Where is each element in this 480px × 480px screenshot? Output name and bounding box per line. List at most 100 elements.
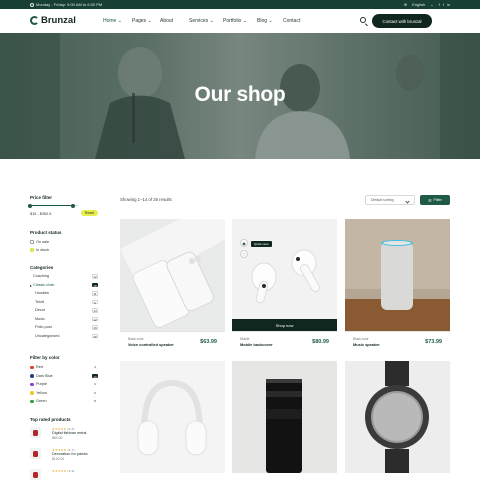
product-image-white-headphones[interactable] <box>120 361 225 473</box>
product-price: $60.00 <box>52 436 63 440</box>
filter-label: Filter <box>433 198 442 202</box>
main-header: Brunzal Home ⌄ Pages ⌄ About Services ⌄ … <box>0 9 480 33</box>
product-image-smart-speaker[interactable] <box>345 219 450 331</box>
product-price: $80.99 <box>312 339 329 345</box>
top-rated-title: Top rated products <box>30 417 71 422</box>
chevron-down-icon: ▸ <box>30 283 32 288</box>
color-swatch <box>30 365 34 369</box>
quick-view-icon[interactable]: ◉ <box>240 239 248 247</box>
status-label: In stock <box>36 248 50 252</box>
category-label: Pollo post <box>35 325 52 329</box>
category-item[interactable]: Decor 14 <box>30 308 98 314</box>
chevron-down-icon: ⌄ <box>430 2 434 8</box>
price-slider-min-handle[interactable] <box>28 203 32 208</box>
top-bar: Monday - Friday: 9:00 AM to 6:00 PM ⊕ En… <box>0 0 480 9</box>
color-filter-item[interactable]: Purple 3 <box>30 382 98 388</box>
sort-select[interactable]: Default sorting <box>365 195 415 205</box>
category-item[interactable]: Uncategorized 16 <box>30 333 98 340</box>
category-item[interactable]: Pollo post 16 <box>30 325 98 331</box>
color-label: Dark Blue <box>36 373 53 378</box>
color-swatch <box>30 382 34 386</box>
price-slider-max-handle[interactable] <box>71 203 76 208</box>
color-filter-item[interactable]: Red 4 <box>30 365 98 371</box>
product-meta: Mobile <box>240 337 250 341</box>
category-label: Coaching <box>33 274 50 278</box>
status-in-stock[interactable]: In stock <box>30 248 49 252</box>
product-image-smartwatch[interactable] <box>345 361 450 473</box>
categories-title: Categories <box>30 265 54 270</box>
reset-button[interactable]: Reset <box>81 209 98 216</box>
product-image-white-phone[interactable] <box>120 219 225 331</box>
hero-banner: Our shop <box>0 33 480 159</box>
nav-item-services[interactable]: Services ⌄ <box>189 18 214 24</box>
quick-view-tooltip: Quick view <box>251 241 272 247</box>
divider <box>232 331 337 332</box>
product-name[interactable]: Digital fishtran metal <box>52 431 86 435</box>
color-swatch <box>30 391 34 395</box>
category-item[interactable]: Hoodies 11 <box>30 291 98 297</box>
product-image-camera-lens[interactable] <box>232 361 337 473</box>
top-rated-product[interactable]: ★★★★★ (4.5) Digital fishtran metal $60.00 <box>30 427 98 441</box>
product-thumbnail[interactable] <box>30 448 41 459</box>
category-item[interactable]: Tshirt 9 <box>30 299 98 306</box>
price-slider[interactable] <box>28 203 78 208</box>
divider <box>120 331 225 332</box>
color-count-badge: 4 <box>94 365 96 369</box>
nav-item-contact[interactable]: Contact <box>283 18 300 24</box>
top-rated-product[interactable]: ★★★★★ (4.7) Decoration for panda. $120.00 <box>30 448 98 462</box>
logo-text: Brunzal <box>41 15 76 26</box>
category-count-badge: 16 <box>92 333 98 339</box>
product-image-white-earbuds[interactable]: ◉ Quick view ♡ Shop now <box>232 219 337 331</box>
logo[interactable]: Brunzal <box>30 15 76 26</box>
product-thumbnail[interactable] <box>30 427 41 438</box>
category-label: Classic chair <box>33 282 55 287</box>
language-select[interactable]: English <box>412 2 425 7</box>
search-icon[interactable] <box>360 17 366 23</box>
product-name[interactable]: Mobile backcover <box>240 342 273 347</box>
color-label: Purple <box>36 382 47 386</box>
category-count-badge: 16 <box>92 325 98 330</box>
category-item[interactable]: Music 12 <box>30 316 98 323</box>
product-price: $63.99 <box>200 339 217 345</box>
category-count-badge: 9 <box>92 299 98 304</box>
color-filter-item[interactable]: Yellow 9 <box>30 391 98 397</box>
top-rated-product[interactable]: ★★★★★ (4.9) <box>30 469 98 480</box>
filter-icon: ☰ <box>428 198 432 203</box>
category-item[interactable]: Coaching 12 <box>30 274 98 280</box>
nav-item-about[interactable]: About <box>160 18 173 24</box>
status-label: On sale <box>36 240 50 244</box>
price-range-text: $15 - $350.5 <box>30 212 52 216</box>
wishlist-icon[interactable]: ♡ <box>240 250 248 258</box>
nav-item-portfolio[interactable]: Portfolio ⌄ <box>223 18 247 24</box>
contact-button[interactable]: Contact with brunzal <box>372 14 432 28</box>
nav-item-pages[interactable]: Pages ⌄ <box>132 18 152 24</box>
shop-now-button[interactable]: Shop now <box>232 319 337 331</box>
twitter-icon[interactable]: t <box>443 2 444 7</box>
product-name[interactable]: Decoration for panda. <box>52 452 89 456</box>
linkedin-icon[interactable]: in <box>447 2 450 7</box>
color-filter-title: Filter by color <box>30 355 60 360</box>
page-title: Our shop <box>194 83 286 106</box>
product-meta: Black color <box>128 337 144 341</box>
checkbox-checked[interactable] <box>30 248 34 252</box>
price-slider-fill <box>30 205 74 206</box>
category-item[interactable]: Classic chair 18 ▸ <box>30 282 98 289</box>
color-swatch <box>30 399 34 403</box>
facebook-icon[interactable]: f <box>439 2 440 7</box>
star-rating: ★★★★★ (4.9) <box>52 469 75 473</box>
social-links: f t in <box>439 2 450 7</box>
nav-item-home[interactable]: Home ⌄ <box>103 18 122 24</box>
color-swatch <box>30 374 34 378</box>
product-name[interactable]: Music speaker <box>353 342 380 347</box>
category-count-badge: 11 <box>92 291 98 296</box>
checkbox[interactable] <box>30 240 34 244</box>
color-filter-item[interactable]: Dark Blue 10 <box>30 373 98 380</box>
product-name[interactable]: Voice controlled speaker <box>128 342 174 347</box>
color-count-badge: 9 <box>94 390 96 395</box>
color-filter-item[interactable]: Green 8 <box>30 399 98 405</box>
filter-button[interactable]: ☰ Filter <box>420 195 450 205</box>
category-label: Uncategorized <box>35 333 60 338</box>
status-on-sale[interactable]: On sale <box>30 240 49 244</box>
product-thumbnail[interactable] <box>30 469 41 480</box>
nav-item-blog[interactable]: Blog ⌄ <box>257 18 273 24</box>
